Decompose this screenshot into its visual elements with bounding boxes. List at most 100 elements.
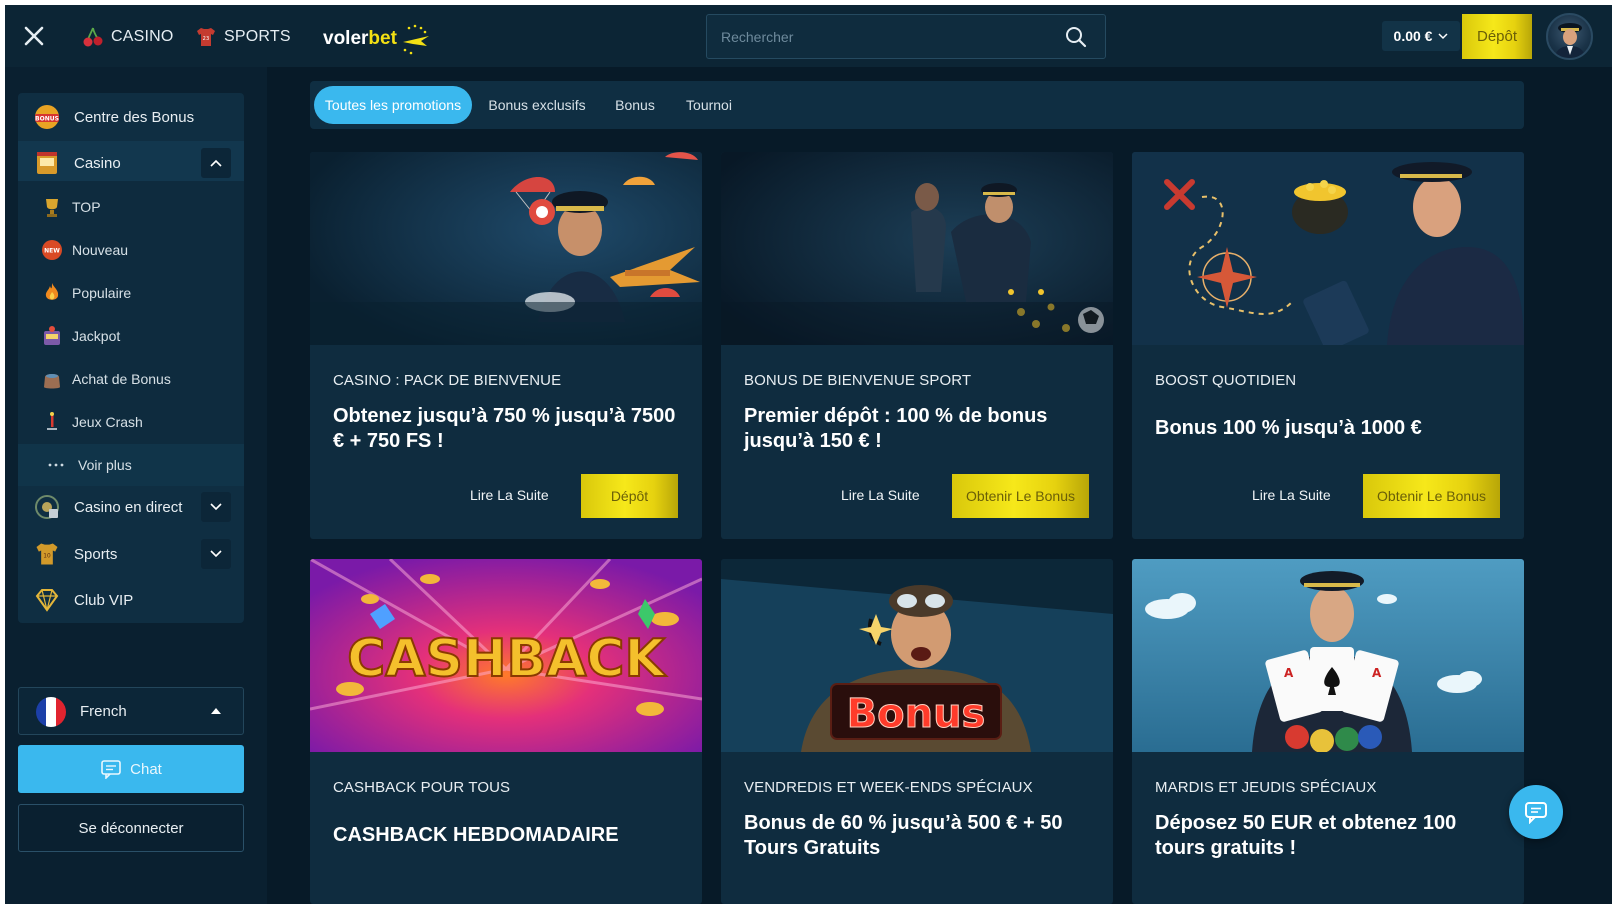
promo-filter-tabs: Toutes les promotions Bonus exclusifs Bo… bbox=[310, 81, 1524, 129]
chat-icon bbox=[101, 760, 121, 779]
submenu-item-jackpot[interactable]: Jackpot bbox=[18, 315, 244, 357]
promo-card: Bonus VENDREDIS ET WEEK-ENDS SPÉCIAUX Bo… bbox=[721, 559, 1113, 904]
svg-text:A: A bbox=[1284, 666, 1294, 680]
sidebar-item-live-casino[interactable]: Casino en direct bbox=[18, 485, 244, 529]
promo-card: BONUS DE BIENVENUE SPORT Premier dépôt :… bbox=[721, 152, 1113, 539]
bag-icon bbox=[39, 366, 65, 392]
promo-image-pilot-plane bbox=[310, 152, 702, 345]
sidebar-item-club-vip[interactable]: Club VIP bbox=[18, 578, 244, 622]
submenu-item-label: Nouveau bbox=[72, 242, 129, 258]
tab-bonus[interactable]: Bonus bbox=[606, 86, 664, 124]
svg-text:10: 10 bbox=[43, 554, 51, 560]
chevron-down-icon bbox=[1438, 33, 1448, 40]
caret-up-icon bbox=[211, 708, 221, 714]
submenu-item-label: TOP bbox=[72, 199, 101, 215]
tab-exclusive-bonus[interactable]: Bonus exclusifs bbox=[482, 86, 592, 124]
promo-image-cashback: CASHBACK bbox=[310, 559, 702, 752]
logo-text-bet: bet bbox=[368, 28, 397, 49]
expand-toggle[interactable] bbox=[201, 539, 231, 569]
live-casino-icon bbox=[32, 492, 62, 522]
casino-submenu: TOP NEW Nouveau Populaire Jackpot Achat … bbox=[18, 181, 244, 486]
get-bonus-button[interactable]: Obtenir Le Bonus bbox=[952, 474, 1089, 518]
svg-text:A: A bbox=[1372, 666, 1382, 680]
sidebar-item-casino[interactable]: Casino bbox=[18, 141, 244, 185]
promo-category: MARDIS ET JEUDIS SPÉCIAUX bbox=[1155, 779, 1377, 796]
promo-card: A A MARDIS ET JEUDIS SPÉCIAUX Déposez 50… bbox=[1132, 559, 1524, 904]
logout-button[interactable]: Se déconnecter bbox=[18, 804, 244, 852]
chevron-up-icon bbox=[210, 159, 222, 167]
diamond-icon bbox=[32, 585, 62, 615]
read-more-link[interactable]: Lire La Suite bbox=[841, 487, 920, 503]
promo-image-treasure-map bbox=[1132, 152, 1524, 345]
jersey-icon: 10 bbox=[32, 539, 62, 569]
submenu-item-label: Achat de Bonus bbox=[72, 371, 171, 387]
bonus-banner-text: Bonus bbox=[847, 691, 986, 737]
deposit-button[interactable]: Dépôt bbox=[1462, 14, 1532, 59]
bonus-icon: BONUS bbox=[32, 102, 62, 132]
deposit-cta-button[interactable]: Dépôt bbox=[581, 474, 678, 518]
sidebar-menu: BONUS Centre des Bonus Casino TOP NEW No… bbox=[18, 93, 244, 623]
svg-text:NEW: NEW bbox=[44, 248, 60, 255]
promo-image-bonus-pilot: Bonus bbox=[721, 559, 1113, 752]
pilot-avatar-icon bbox=[1554, 23, 1586, 58]
app-frame: CASINO 23 SPORTS voler bet Rechercher 0.… bbox=[5, 5, 1612, 904]
slot-machine-icon bbox=[32, 148, 62, 178]
chat-label: Chat bbox=[130, 760, 162, 778]
fire-icon bbox=[39, 280, 65, 306]
floating-chat-button[interactable] bbox=[1509, 785, 1563, 839]
sidebar-item-label: Club VIP bbox=[74, 591, 134, 609]
svg-text:23: 23 bbox=[203, 36, 210, 42]
promo-category: VENDREDIS ET WEEK-ENDS SPÉCIAUX bbox=[744, 779, 1033, 796]
sidebar-item-bonus-centre[interactable]: BONUS Centre des Bonus bbox=[18, 95, 244, 139]
submenu-item-label: Populaire bbox=[72, 285, 132, 301]
promo-category: CASINO : PACK DE BIENVENUE bbox=[333, 372, 562, 389]
brand-logo[interactable]: voler bet bbox=[323, 17, 433, 61]
tab-tournament[interactable]: Tournoi bbox=[677, 86, 741, 124]
search-box[interactable] bbox=[706, 14, 1106, 59]
chat-button[interactable]: Chat bbox=[18, 745, 244, 793]
sidebar-item-sports[interactable]: 10 Sports bbox=[18, 532, 244, 576]
promo-category: BONUS DE BIENVENUE SPORT bbox=[744, 372, 972, 389]
language-label: French bbox=[80, 702, 127, 720]
promo-card: CASINO : PACK DE BIENVENUE Obtenez jusqu… bbox=[310, 152, 702, 539]
promo-headline: Obtenez jusqu’à 750 % jusqu’à 7500 € + 7… bbox=[333, 405, 676, 452]
nav-casino[interactable]: CASINO bbox=[81, 25, 174, 49]
language-selector[interactable]: French bbox=[18, 687, 244, 735]
cherry-icon bbox=[83, 27, 103, 47]
top-bar: CASINO 23 SPORTS voler bet Rechercher 0.… bbox=[5, 5, 1612, 67]
expand-toggle[interactable] bbox=[201, 492, 231, 522]
promo-image-football-pilot bbox=[721, 152, 1113, 345]
cashback-banner-text: CASHBACK bbox=[347, 629, 666, 689]
submenu-item-top[interactable]: TOP bbox=[18, 186, 244, 228]
search-icon[interactable] bbox=[1065, 26, 1087, 48]
avatar[interactable] bbox=[1546, 13, 1593, 60]
submenu-item-jeux-crash[interactable]: Jeux Crash bbox=[18, 401, 244, 443]
chevron-down-icon bbox=[210, 503, 222, 511]
close-icon[interactable] bbox=[19, 21, 49, 51]
submenu-item-voir-plus[interactable]: Voir plus bbox=[18, 444, 244, 486]
dots-icon bbox=[43, 452, 69, 478]
balance-dropdown[interactable]: 0.00 € bbox=[1382, 21, 1460, 51]
submenu-item-populaire[interactable]: Populaire bbox=[18, 272, 244, 314]
new-badge-icon: NEW bbox=[39, 237, 65, 263]
sidebar-item-label: Centre des Bonus bbox=[74, 108, 195, 126]
promo-headline: Bonus de 60 % jusqu’à 500 € + 50 Tours G… bbox=[744, 812, 1063, 859]
tab-all-promotions[interactable]: Toutes les promotions bbox=[314, 86, 472, 124]
france-flag-icon bbox=[36, 697, 66, 727]
submenu-item-nouveau[interactable]: NEW Nouveau bbox=[18, 229, 244, 271]
submenu-item-achat-bonus[interactable]: Achat de Bonus bbox=[18, 358, 244, 400]
nav-sports[interactable]: 23 SPORTS bbox=[194, 25, 291, 49]
promo-category: BOOST QUOTIDIEN bbox=[1155, 372, 1297, 389]
sidebar: BONUS Centre des Bonus Casino TOP NEW No… bbox=[5, 67, 267, 904]
read-more-link[interactable]: Lire La Suite bbox=[1252, 487, 1331, 503]
search-input[interactable] bbox=[721, 15, 1041, 58]
sidebar-item-label: Casino en direct bbox=[74, 498, 183, 516]
balance-amount: 0.00 € bbox=[1393, 28, 1433, 44]
main-content: Toutes les promotions Bonus exclusifs Bo… bbox=[267, 67, 1612, 904]
get-bonus-button[interactable]: Obtenir Le Bonus bbox=[1363, 474, 1500, 518]
nav-casino-label: CASINO bbox=[111, 28, 174, 45]
logo-text-voler: voler bbox=[323, 28, 369, 49]
read-more-link[interactable]: Lire La Suite bbox=[470, 487, 549, 503]
promo-card: BOOST QUOTIDIEN Bonus 100 % jusqu’à 1000… bbox=[1132, 152, 1524, 539]
collapse-toggle[interactable] bbox=[201, 148, 231, 178]
